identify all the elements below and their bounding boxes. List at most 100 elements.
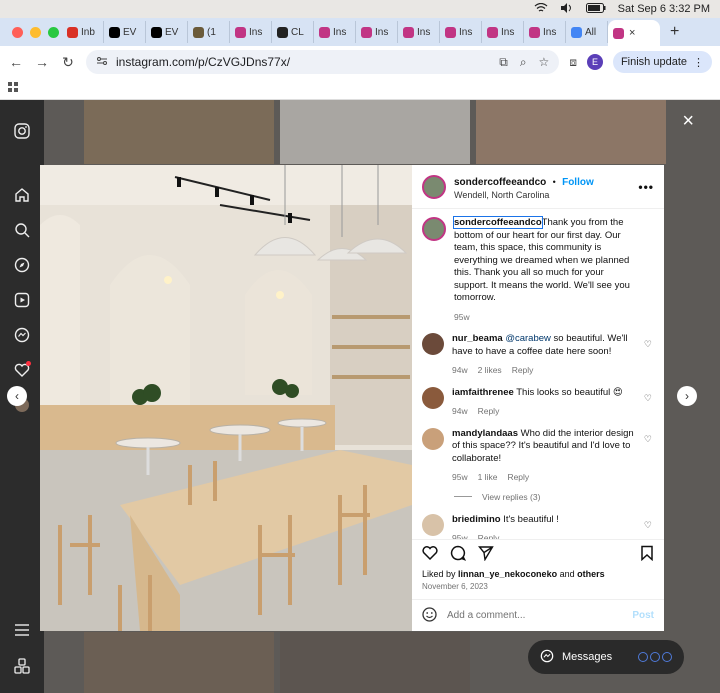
commenter-avatar[interactable] xyxy=(422,427,444,450)
also-from-meta-icon[interactable] xyxy=(13,657,31,675)
tab-item[interactable]: EV xyxy=(104,21,146,43)
previous-post-button[interactable]: ‹ xyxy=(7,386,27,406)
liked-by-user[interactable]: linnan_ye_nekoconeko xyxy=(458,569,557,579)
tab-item[interactable]: (1 xyxy=(188,21,230,43)
url-text[interactable]: instagram.com/p/CzVGJDns77x/ xyxy=(116,55,290,69)
comment-time[interactable]: 94w xyxy=(452,364,468,377)
comment-time[interactable]: 95w xyxy=(452,532,468,539)
commenter-username[interactable]: nur_beama xyxy=(452,333,503,344)
author-avatar[interactable] xyxy=(422,174,446,199)
emoji-icon[interactable] xyxy=(422,606,437,625)
comment-like-heart-icon[interactable]: ♡ xyxy=(644,434,652,445)
comment-likes[interactable]: 2 likes xyxy=(478,364,502,377)
tab-item[interactable]: Ins xyxy=(482,21,524,43)
profile-avatar[interactable]: E xyxy=(586,54,603,70)
search-icon[interactable] xyxy=(13,221,31,239)
reels-icon[interactable] xyxy=(13,291,31,309)
tab-label: Inb xyxy=(81,26,95,38)
more-menu-icon[interactable] xyxy=(13,621,31,639)
instagram-logo-icon[interactable] xyxy=(13,122,31,140)
comment-reply-button[interactable]: Reply xyxy=(512,364,534,377)
comment-bubble-icon[interactable] xyxy=(450,545,467,565)
messenger-icon[interactable] xyxy=(13,326,31,344)
forward-button[interactable]: → xyxy=(34,54,50,70)
tab-item[interactable]: Inb xyxy=(62,21,104,43)
add-comment-input[interactable]: Add a comment... xyxy=(447,610,525,621)
tab-item[interactable]: Ins xyxy=(398,21,440,43)
tab-item[interactable]: Ins xyxy=(230,21,272,43)
comment-reply-button[interactable]: Reply xyxy=(478,405,500,418)
caption-avatar[interactable] xyxy=(422,217,446,241)
post-image[interactable] xyxy=(40,165,412,631)
commenter-avatar[interactable] xyxy=(422,333,444,355)
caption-username[interactable]: sondercoffeeandco xyxy=(453,216,543,229)
tab-item[interactable]: Ins xyxy=(356,21,398,43)
post-location[interactable]: Wendell, North Carolina xyxy=(454,190,594,200)
messenger-icon xyxy=(540,649,554,666)
comment-like-heart-icon[interactable]: ♡ xyxy=(644,393,652,404)
comment-time[interactable]: 95w xyxy=(452,471,468,484)
tab-item[interactable]: Ins xyxy=(314,21,356,43)
home-icon[interactable] xyxy=(13,186,31,204)
tab-item[interactable]: All xyxy=(566,21,608,43)
save-bookmark-icon[interactable] xyxy=(640,545,654,565)
reload-button[interactable]: ↻ xyxy=(60,54,76,71)
commenter-avatar[interactable] xyxy=(422,513,444,536)
follow-button[interactable]: Follow xyxy=(562,177,594,188)
messages-dock[interactable]: Messages xyxy=(528,640,684,674)
share-send-icon[interactable] xyxy=(478,545,494,565)
apps-grid-icon[interactable] xyxy=(8,82,18,95)
new-tab-button[interactable]: + xyxy=(660,23,679,41)
post-comment-button[interactable]: Post xyxy=(632,610,654,621)
close-window-button[interactable] xyxy=(12,26,23,38)
comment-time[interactable]: 94w xyxy=(452,405,468,418)
tab-favicon-icon xyxy=(151,26,162,38)
volume-icon[interactable] xyxy=(560,2,574,16)
tab-active-instagram[interactable]: × xyxy=(608,20,660,46)
address-bar[interactable]: instagram.com/p/CzVGJDns77x/ ⧉ ⌕ ☆ xyxy=(86,50,560,74)
caption-time[interactable]: 95w xyxy=(454,311,470,324)
tab-item[interactable]: CL xyxy=(272,21,314,43)
like-heart-icon[interactable] xyxy=(422,545,438,564)
commenter-username[interactable]: briedimino xyxy=(452,514,501,525)
tab-search-icon[interactable]: ⧈ xyxy=(569,55,577,70)
finish-update-label: Finish update xyxy=(620,56,687,68)
commenter-avatar[interactable] xyxy=(422,386,444,409)
tab-label: Ins xyxy=(333,26,347,38)
comment-like-heart-icon[interactable]: ♡ xyxy=(644,339,652,350)
liked-by-others[interactable]: others xyxy=(577,569,605,579)
comment-likes[interactable]: 1 like xyxy=(478,471,498,484)
tab-item[interactable]: Ins xyxy=(524,21,566,43)
close-tab-icon[interactable]: × xyxy=(629,27,635,39)
install-app-icon[interactable]: ⧉ xyxy=(499,55,508,70)
view-replies-button[interactable]: View replies (3) xyxy=(454,492,654,502)
bookmark-star-icon[interactable]: ☆ xyxy=(539,55,550,70)
wifi-icon[interactable] xyxy=(534,2,548,16)
tab-item[interactable]: EV xyxy=(146,21,188,43)
post-date[interactable]: November 6, 2023 xyxy=(412,579,664,599)
battery-icon[interactable] xyxy=(585,2,606,16)
zoom-icon[interactable]: ⌕ xyxy=(520,55,527,70)
explore-compass-icon[interactable] xyxy=(13,256,31,274)
minimize-window-button[interactable] xyxy=(30,26,41,38)
tab-label: Ins xyxy=(501,26,515,38)
more-options-icon[interactable]: ••• xyxy=(638,180,654,194)
comment-like-heart-icon[interactable]: ♡ xyxy=(644,520,652,531)
finish-update-button[interactable]: Finish update ⋮ xyxy=(612,51,712,73)
comment-reply-button[interactable]: Reply xyxy=(478,532,500,539)
tab-item[interactable]: Ins xyxy=(440,21,482,43)
author-username[interactable]: sondercoffeeandco xyxy=(454,177,546,188)
notifications-heart-icon[interactable] xyxy=(13,361,31,379)
clock-text[interactable]: Sat Sep 6 3:32 PM xyxy=(618,3,710,15)
close-post-button[interactable]: × xyxy=(682,110,694,133)
next-post-button[interactable]: › xyxy=(677,386,697,406)
tab-label: Ins xyxy=(375,26,389,38)
comment-mention[interactable]: @carabew xyxy=(505,333,551,344)
commenter-username[interactable]: mandylandaas xyxy=(452,428,518,439)
tab-label: Ins xyxy=(459,26,473,38)
back-button[interactable]: ← xyxy=(8,54,24,70)
comment-reply-button[interactable]: Reply xyxy=(507,471,529,484)
commenter-username[interactable]: iamfaithrenee xyxy=(452,387,514,398)
zoom-window-button[interactable] xyxy=(48,26,59,38)
site-settings-icon[interactable] xyxy=(96,55,108,70)
